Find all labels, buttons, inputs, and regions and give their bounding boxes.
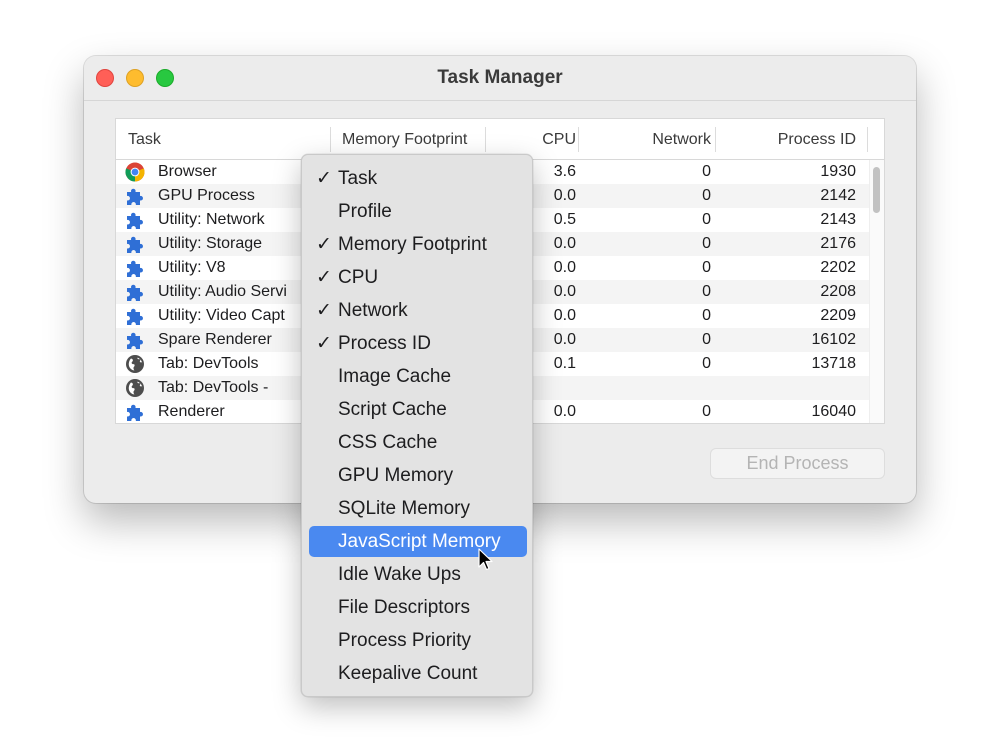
puzzle-icon xyxy=(125,258,145,278)
title-bar: Task Manager xyxy=(84,56,916,101)
checkmark-icon: ✓ xyxy=(316,267,332,288)
column-header-cpu[interactable]: CPU xyxy=(506,131,576,149)
column-context-menu: ✓ Task Profile ✓ Memory Footprint ✓ CPU ✓ Networ… xyxy=(301,154,533,697)
task-name: Utility: Video Capt xyxy=(158,307,285,324)
menu-item-label: Image Cache xyxy=(338,366,452,387)
task-name: GPU Process xyxy=(158,187,255,204)
column-header-process-id[interactable]: Process ID xyxy=(736,131,856,149)
task-name: Utility: V8 xyxy=(158,259,226,276)
puzzle-icon xyxy=(125,282,145,302)
menu-item-css-cache[interactable]: CSS Cache xyxy=(309,427,527,458)
task-name: Renderer xyxy=(158,403,225,420)
process-id-value: 2142 xyxy=(820,187,856,204)
menu-item-label: Process Priority xyxy=(338,630,472,651)
network-value: 0 xyxy=(702,235,711,252)
menu-item-profile[interactable]: Profile xyxy=(309,196,527,227)
menu-item-label: Network xyxy=(338,300,408,321)
menu-item-label: File Descriptors xyxy=(338,597,470,618)
chrome-icon xyxy=(125,162,145,182)
checkmark-icon: ✓ xyxy=(316,168,332,189)
task-name: Tab: DevTools xyxy=(158,355,259,372)
network-value: 0 xyxy=(702,187,711,204)
checkmark-icon: ✓ xyxy=(316,333,332,354)
mouse-pointer-icon xyxy=(478,548,493,571)
process-id-value: 2209 xyxy=(820,307,856,324)
process-id-value: 16040 xyxy=(811,403,857,420)
task-name: Spare Renderer xyxy=(158,331,272,348)
network-value: 0 xyxy=(702,283,711,300)
globe-icon xyxy=(125,354,145,374)
puzzle-icon xyxy=(125,306,145,326)
globe-icon xyxy=(125,378,145,398)
puzzle-icon xyxy=(125,234,145,254)
menu-item-label: SQLite Memory xyxy=(338,498,470,519)
menu-item-sqlite-memory[interactable]: SQLite Memory xyxy=(309,493,527,524)
network-value: 0 xyxy=(702,259,711,276)
task-name: Tab: DevTools - xyxy=(158,379,269,396)
menu-item-task[interactable]: ✓ Task xyxy=(309,163,527,194)
menu-item-file-descriptors[interactable]: File Descriptors xyxy=(309,592,527,623)
column-header-task[interactable]: Task xyxy=(128,131,161,149)
process-id-value: 2176 xyxy=(820,235,856,252)
task-name: Utility: Network xyxy=(158,211,265,228)
menu-item-label: CPU xyxy=(338,267,379,288)
checkmark-icon: ✓ xyxy=(316,300,332,321)
menu-item-idle-wake-ups[interactable]: Idle Wake Ups xyxy=(309,559,527,590)
network-value: 0 xyxy=(702,307,711,324)
menu-item-process-priority[interactable]: Process Priority xyxy=(309,625,527,656)
menu-item-script-cache[interactable]: Script Cache xyxy=(309,394,527,425)
scrollbar-thumb[interactable] xyxy=(873,167,880,213)
task-name: Browser xyxy=(158,163,217,180)
task-name: Utility: Storage xyxy=(158,235,263,252)
column-header-memory-footprint[interactable]: Memory Footprint xyxy=(342,131,467,149)
task-name: Utility: Audio Servi xyxy=(158,283,287,300)
menu-item-label: Task xyxy=(338,168,378,189)
menu-item-label: Profile xyxy=(338,201,392,222)
menu-item-label: Memory Footprint xyxy=(338,234,487,255)
menu-item-network[interactable]: ✓ Network xyxy=(309,295,527,326)
process-id-value: 2202 xyxy=(820,259,856,276)
process-id-value: 1930 xyxy=(820,163,856,180)
process-id-value: 13718 xyxy=(811,355,857,372)
column-header-network[interactable]: Network xyxy=(616,131,711,149)
menu-item-label: CSS Cache xyxy=(338,432,438,453)
window-title: Task Manager xyxy=(437,67,563,88)
network-value: 0 xyxy=(702,403,711,420)
process-id-value: 2208 xyxy=(820,283,856,300)
puzzle-icon xyxy=(125,402,145,422)
menu-item-label: JavaScript Memory xyxy=(338,531,501,552)
menu-item-gpu-memory[interactable]: GPU Memory xyxy=(309,460,527,491)
puzzle-icon xyxy=(125,330,145,350)
table-scrollbar[interactable] xyxy=(869,160,884,423)
menu-item-label: Script Cache xyxy=(338,399,447,420)
menu-item-label: Process ID xyxy=(338,333,431,354)
end-process-button[interactable]: End Process xyxy=(710,448,885,479)
menu-item-image-cache[interactable]: Image Cache xyxy=(309,361,527,392)
puzzle-icon xyxy=(125,210,145,230)
menu-item-process-id[interactable]: ✓ Process ID xyxy=(309,328,527,359)
network-value: 0 xyxy=(702,355,711,372)
menu-item-memory-footprint[interactable]: ✓ Memory Footprint xyxy=(309,229,527,260)
menu-item-keepalive-count[interactable]: Keepalive Count xyxy=(309,658,527,689)
process-id-value: 2143 xyxy=(820,211,856,228)
menu-item-label: Idle Wake Ups xyxy=(338,564,461,585)
process-id-value: 16102 xyxy=(811,331,857,348)
network-value: 0 xyxy=(702,211,711,228)
menu-item-cpu[interactable]: ✓ CPU xyxy=(309,262,527,293)
menu-item-label: GPU Memory xyxy=(338,465,454,486)
menu-item-label: Keepalive Count xyxy=(338,663,478,684)
network-value: 0 xyxy=(702,163,711,180)
checkmark-icon: ✓ xyxy=(316,234,332,255)
menu-item-javascript-memory[interactable]: JavaScript Memory xyxy=(309,526,527,557)
network-value: 0 xyxy=(702,331,711,348)
puzzle-icon xyxy=(125,186,145,206)
